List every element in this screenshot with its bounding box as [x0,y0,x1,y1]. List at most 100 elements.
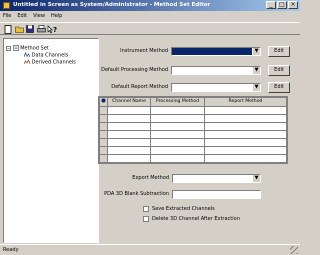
row-header[interactable] [99,154,108,163]
chevron-down-icon[interactable]: ▼ [252,48,260,55]
edit-instrument-method-button[interactable]: Edit [268,46,290,57]
channel-grid[interactable]: Channel Name Processing Method Report Me… [98,96,288,164]
save-button[interactable] [25,24,35,34]
row-header[interactable] [99,130,108,139]
cell-processing-method[interactable] [150,122,205,131]
column-header-processing-method[interactable]: Processing Method [150,97,205,107]
chevron-down-icon[interactable]: ▼ [252,67,260,74]
method-set-icon [12,45,19,51]
tree-node-derived-channels[interactable]: Derived Channels [24,59,76,67]
cell-processing-method[interactable] [150,130,205,139]
cell-processing-method[interactable] [150,138,205,147]
cell-report-method[interactable] [204,122,287,131]
toolbar: ? [0,22,300,35]
save-extracted-channels-label: Save Extracted Channels [152,206,215,212]
derived-channel-icon [24,59,30,65]
maximize-icon: □ [279,1,285,8]
tree-node-label: Method Set [20,45,49,52]
table-row[interactable] [99,106,287,115]
method-set-tree[interactable]: − Method Set Data Channels Derived Chann… [3,38,99,243]
print-button[interactable] [36,24,46,34]
row-header[interactable] [99,146,108,155]
svg-text:?: ? [53,26,57,34]
grid-corner [99,97,108,107]
checkbox-box[interactable] [143,206,149,212]
menu-file[interactable]: File [0,11,14,21]
cell-processing-method[interactable] [150,154,205,163]
open-folder-icon [14,26,24,33]
edit-processing-method-button[interactable]: Edit [268,65,290,76]
minimize-button[interactable]: _ [266,1,276,9]
row-header[interactable] [99,106,108,115]
table-row[interactable] [99,154,287,163]
open-button[interactable] [14,24,24,34]
default-processing-select[interactable]: ▼ [171,66,261,75]
status-text: Ready [3,247,19,253]
checkbox-box[interactable] [143,216,149,222]
table-row[interactable] [99,114,287,123]
collapse-icon[interactable]: − [6,45,11,51]
help-button[interactable]: ? [47,24,57,34]
menu-bar: File Edit View Help [0,11,300,21]
cell-channel-name[interactable] [107,146,151,155]
cell-channel-name[interactable] [107,138,151,147]
resize-grip-icon[interactable] [290,246,298,254]
cell-channel-name[interactable] [107,122,151,131]
method-set-editor-window: Untitled in Screen as System/Administrat… [0,0,300,255]
edit-report-method-button[interactable]: Edit [268,82,290,93]
row-header[interactable] [99,114,108,123]
cell-report-method[interactable] [204,114,287,123]
table-row[interactable] [99,130,287,139]
menu-help[interactable]: Help [48,11,65,21]
title-bar: Untitled in Screen as System/Administrat… [0,0,300,11]
status-bar: Ready [0,244,300,255]
table-row[interactable] [99,122,287,131]
close-button[interactable]: × [288,1,298,9]
new-document-icon [4,24,12,34]
row-header[interactable] [99,138,108,147]
cell-report-method[interactable] [204,106,287,115]
cell-report-method[interactable] [204,130,287,139]
row-header[interactable] [99,122,108,131]
tree-node-label: Data Channels [31,52,69,59]
table-row[interactable] [99,146,287,155]
cell-report-method[interactable] [204,146,287,155]
menu-edit[interactable]: Edit [14,11,30,21]
maximize-button[interactable]: □ [277,1,287,9]
help-pointer-icon: ? [47,24,57,34]
cell-processing-method[interactable] [150,114,205,123]
printer-icon [36,25,46,33]
app-icon [3,2,10,9]
minimize-icon: _ [269,1,273,8]
cell-channel-name[interactable] [107,114,151,123]
table-row[interactable] [99,138,287,147]
new-button[interactable] [3,24,13,34]
menu-view[interactable]: View [30,11,48,21]
pda-3d-blank-subtraction-field[interactable] [172,190,261,199]
cell-channel-name[interactable] [107,130,151,139]
instrument-method-label: Instrument Method [120,48,168,54]
cell-report-method[interactable] [204,154,287,163]
default-processing-label: Default Processing Method [101,67,168,73]
export-method-select[interactable]: ▼ [172,174,261,183]
instrument-method-select[interactable]: ▼ [171,47,261,56]
cell-report-method[interactable] [204,138,287,147]
column-header-channel-name[interactable]: Channel Name [107,97,151,107]
cell-processing-method[interactable] [150,106,205,115]
chevron-down-icon[interactable]: ▼ [252,175,260,182]
cell-channel-name[interactable] [107,106,151,115]
delete-3d-channel-label: Delete 3D Channel After Extraction [152,216,240,222]
cell-processing-method[interactable] [150,146,205,155]
column-header-report-method[interactable]: Report Method [204,97,287,107]
pda-3d-blank-subtraction-label: PDA 3D Blank Subtraction [104,191,169,197]
cell-channel-name[interactable] [107,154,151,163]
save-extracted-channels-checkbox[interactable]: Save Extracted Channels [143,206,215,212]
export-method-label: Export Method [132,175,169,181]
default-report-select[interactable]: ▼ [171,83,261,92]
chevron-down-icon[interactable]: ▼ [252,84,260,91]
window-title: Untitled in Screen as System/Administrat… [13,2,211,8]
save-disk-icon [26,25,34,33]
selection-indicator-icon [101,98,106,103]
channel-icon [24,52,30,58]
delete-3d-channel-checkbox[interactable]: Delete 3D Channel After Extraction [143,216,240,222]
